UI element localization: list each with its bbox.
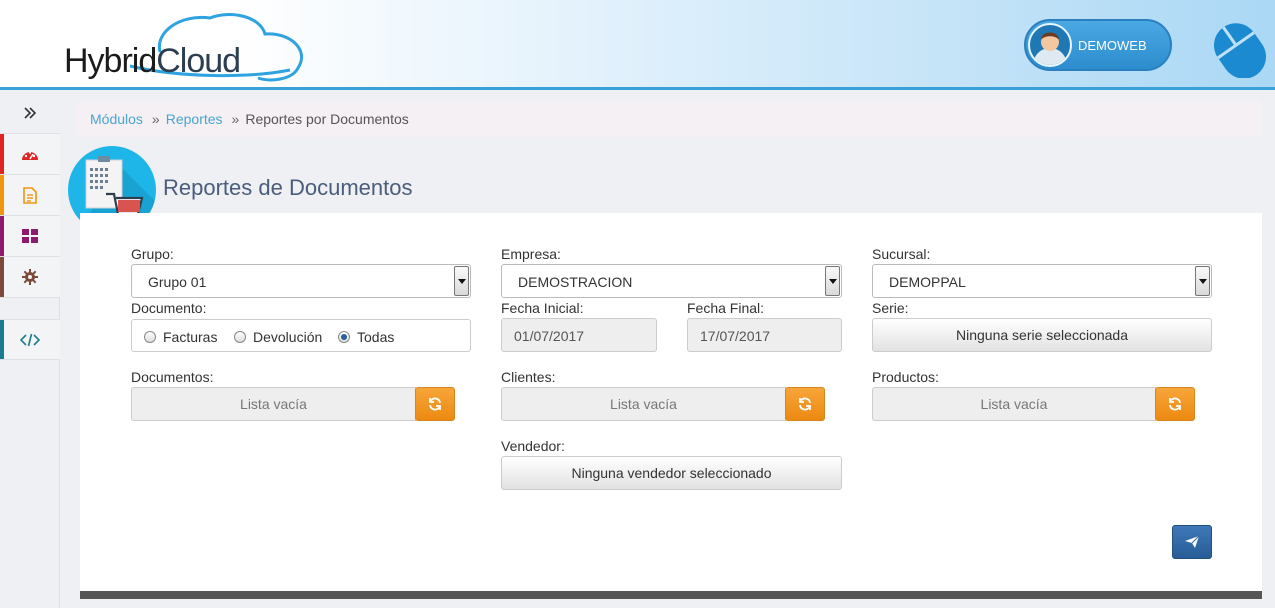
- sidebar-indicator: [0, 216, 4, 256]
- breadcrumb-link-modulos[interactable]: Módulos: [90, 111, 143, 127]
- productos-list[interactable]: Lista vacía: [872, 387, 1156, 421]
- sucursal-label: Sucursal:: [872, 246, 931, 262]
- logo-text-cloud: Cloud: [156, 42, 241, 80]
- gear-icon: [22, 269, 38, 285]
- clientes-label: Clientes:: [501, 369, 556, 385]
- chevron-down-icon[interactable]: [1195, 266, 1210, 296]
- fecha-final-label: Fecha Final:: [687, 300, 765, 316]
- clientes-list[interactable]: Lista vacía: [501, 387, 786, 421]
- documentos-label: Documentos:: [131, 369, 214, 385]
- user-menu-button[interactable]: DEMOWEB: [1024, 19, 1172, 71]
- fecha-final-field[interactable]: 17/07/2017: [687, 318, 842, 352]
- breadcrumb-separator: »: [231, 111, 240, 127]
- empresa-label: Empresa:: [501, 246, 561, 262]
- radio-todas[interactable]: Todas: [338, 329, 394, 345]
- breadcrumb-link-reportes[interactable]: Reportes: [166, 111, 223, 127]
- logo-text-hybrid: Hybrid: [64, 42, 157, 80]
- radio-facturas[interactable]: Facturas: [144, 329, 217, 345]
- radio-button[interactable]: [144, 331, 156, 343]
- sidebar-indicator: [0, 134, 4, 174]
- document-icon: [23, 186, 37, 204]
- breadcrumb-current: Reportes por Documentos: [245, 111, 409, 127]
- radio-button[interactable]: [234, 331, 246, 343]
- breadcrumb: Módulos » Reportes » Reportes por Documentos: [76, 101, 1262, 137]
- chevron-down-icon[interactable]: [454, 266, 469, 296]
- serie-label: Serie:: [872, 300, 909, 316]
- sidebar-indicator: [0, 175, 4, 215]
- serie-select-button[interactable]: Ninguna serie seleccionada: [872, 318, 1212, 352]
- documento-radio-group: Facturas Devolución Todas: [131, 319, 471, 352]
- sucursal-select[interactable]: DEMOPPAL: [872, 264, 1212, 298]
- fecha-inicial-label: Fecha Inicial:: [501, 300, 584, 316]
- radio-facturas-label: Facturas: [163, 329, 218, 345]
- sidebar-indicator: [0, 320, 4, 359]
- fecha-final-value: 17/07/2017: [700, 328, 771, 344]
- radio-devolucion[interactable]: Devolución: [234, 329, 322, 345]
- logo-text: HybridCloud: [64, 42, 241, 81]
- fecha-inicial-field[interactable]: 01/07/2017: [501, 318, 657, 352]
- user-avatar: [1028, 23, 1072, 67]
- grid-icon: [22, 229, 38, 243]
- sidebar-item-developer[interactable]: [0, 319, 60, 360]
- radio-devolucion-label: Devolución: [253, 329, 323, 345]
- header: HybridCloud DEMOWEB: [0, 0, 1275, 90]
- code-icon: [20, 333, 40, 346]
- paper-plane-icon: [1185, 535, 1200, 548]
- refresh-icon: [799, 397, 811, 411]
- hybridcloud-logo[interactable]: HybridCloud: [60, 12, 310, 84]
- sidebar-indicator: [0, 257, 4, 297]
- clientes-refresh-button[interactable]: [785, 387, 825, 421]
- productos-refresh-button[interactable]: [1155, 387, 1195, 421]
- user-avatar-icon: [1033, 32, 1067, 65]
- sidebar-item-dashboard[interactable]: [0, 134, 60, 175]
- empresa-select-value: DEMOSTRACION: [518, 274, 633, 290]
- user-name: DEMOWEB: [1078, 38, 1147, 53]
- sidebar-item-documents[interactable]: [0, 175, 60, 216]
- refresh-icon: [429, 397, 441, 411]
- refresh-icon: [1169, 397, 1181, 411]
- breadcrumb-separator: »: [151, 111, 160, 127]
- fecha-inicial-value: 01/07/2017: [514, 328, 585, 344]
- sidebar-item-grid[interactable]: [0, 216, 60, 257]
- sidebar: [0, 93, 60, 608]
- empresa-select[interactable]: DEMOSTRACION: [501, 264, 842, 298]
- documentos-list[interactable]: Lista vacía: [131, 387, 416, 421]
- chevron-down-icon[interactable]: [825, 266, 840, 296]
- sucursal-select-value: DEMOPPAL: [889, 274, 966, 290]
- radio-button-selected[interactable]: [338, 331, 350, 343]
- documento-label: Documento:: [131, 300, 207, 316]
- radio-todas-label: Todas: [357, 329, 395, 345]
- sidebar-item-settings[interactable]: [0, 257, 60, 298]
- productos-label: Productos:: [872, 369, 939, 385]
- grupo-select-value: Grupo 01: [148, 274, 207, 290]
- mouse-icon[interactable]: [1200, 16, 1275, 79]
- documentos-refresh-button[interactable]: [415, 387, 455, 421]
- vendedor-label: Vendedor:: [501, 438, 565, 454]
- send-report-button[interactable]: [1172, 525, 1212, 559]
- double-chevron-right-icon: [24, 107, 36, 119]
- vendedor-select-button[interactable]: Ninguna vendedor seleccionado: [501, 456, 842, 490]
- grupo-select[interactable]: Grupo 01: [131, 264, 471, 298]
- page-title: Reportes de Documentos: [163, 175, 413, 200]
- sidebar-toggle-button[interactable]: [0, 93, 60, 134]
- grupo-label: Grupo:: [131, 246, 174, 262]
- dashboard-gauge-icon: [22, 151, 38, 160]
